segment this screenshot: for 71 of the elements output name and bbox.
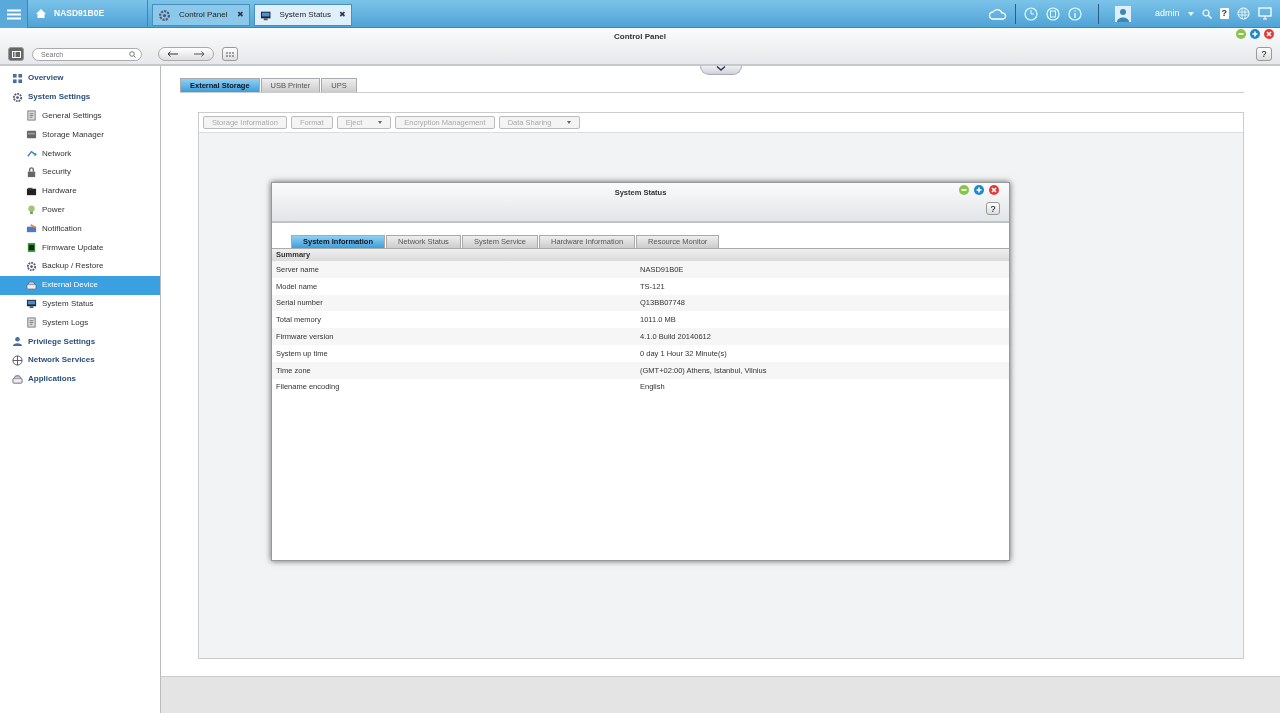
bulb-icon: [26, 204, 37, 216]
sidebar-item[interactable]: Network Services: [0, 350, 160, 370]
maximize-icon[interactable]: [1250, 29, 1260, 39]
sidebar-item[interactable]: System Settings: [0, 87, 160, 107]
chevron-down-icon: [716, 66, 726, 71]
menu-button[interactable]: [0, 0, 28, 28]
sidebar-item[interactable]: Hardware: [0, 181, 160, 201]
document-icon: [26, 110, 37, 122]
arrow-right-icon: [194, 51, 205, 57]
close-icon[interactable]: [989, 185, 999, 195]
home-icon: [36, 9, 46, 18]
dots-icon: [226, 51, 234, 57]
avatar-icon[interactable]: [1115, 5, 1131, 22]
navigation-buttons[interactable]: [158, 47, 214, 61]
chip-icon: [26, 242, 37, 254]
sidebar-item[interactable]: Network: [0, 144, 160, 163]
cloud-icon[interactable]: [989, 7, 1007, 20]
sidebar-item[interactable]: Storage Manager: [0, 125, 160, 145]
sidebar-item[interactable]: General Settings: [0, 106, 160, 126]
sidebar-item[interactable]: Firmware Update: [0, 238, 160, 257]
globe-icon: [12, 354, 23, 366]
sidebar-item[interactable]: Power: [0, 200, 160, 220]
info-icon[interactable]: [1068, 6, 1082, 21]
sidebar-icon: [11, 50, 21, 58]
minimize-icon[interactable]: [1236, 29, 1246, 39]
maximize-icon[interactable]: [974, 185, 984, 195]
minimize-icon[interactable]: [959, 185, 969, 195]
drive-icon: [12, 373, 23, 385]
lock-icon: [26, 166, 37, 178]
close-icon[interactable]: ✖: [339, 9, 346, 21]
app-tab[interactable]: System Status ✖: [254, 4, 352, 26]
close-icon[interactable]: ✖: [237, 9, 244, 21]
sidebar-item[interactable]: Privilege Settings: [0, 332, 160, 351]
sidebar-item[interactable]: System Logs: [0, 313, 160, 333]
sidebar-item[interactable]: Overview: [0, 69, 160, 88]
gear-icon: [26, 260, 37, 272]
envelope-icon: [26, 223, 37, 235]
help-button[interactable]: ?: [1256, 47, 1272, 61]
arrow-left-icon: [167, 51, 178, 57]
caret-icon: [1187, 11, 1194, 16]
sidebar-item[interactable]: Security: [0, 163, 160, 182]
tab-label: Control Panel: [179, 9, 229, 21]
sidebar-item[interactable]: Applications: [0, 369, 160, 389]
sidebar-item[interactable]: Backup / Restore: [0, 256, 160, 276]
window-title: Control Panel: [614, 31, 666, 43]
desktop-icon[interactable]: [1258, 7, 1272, 20]
drive-icon: [26, 279, 37, 291]
gear-icon: [12, 91, 23, 103]
caret-icon: [378, 121, 383, 124]
tab-label: System Status: [279, 9, 331, 21]
search-icon[interactable]: [1201, 8, 1212, 19]
close-icon[interactable]: [1264, 29, 1274, 39]
help-button[interactable]: ?: [986, 202, 1000, 215]
sidebar-toggle-button[interactable]: [8, 47, 24, 61]
globe-icon[interactable]: [1237, 7, 1250, 20]
collapse-handle[interactable]: [700, 66, 742, 75]
search-icon: [129, 50, 136, 58]
user-icon: [12, 336, 23, 348]
sidebar-item[interactable]: Notification: [0, 219, 160, 239]
apps-button[interactable]: [222, 47, 238, 61]
sidebar-item[interactable]: System Status: [0, 294, 160, 314]
menu-icon: [6, 8, 21, 20]
clock-icon[interactable]: [1024, 6, 1038, 21]
monitor-icon: [26, 298, 37, 310]
app-tab[interactable]: Control Panel ✖: [152, 4, 250, 26]
grid-icon: [12, 72, 23, 84]
help-button[interactable]: ?: [1219, 8, 1229, 19]
document-icon: [26, 317, 37, 329]
gear-icon: [158, 8, 171, 22]
caret-icon: [567, 121, 572, 124]
box-icon: [26, 185, 37, 197]
